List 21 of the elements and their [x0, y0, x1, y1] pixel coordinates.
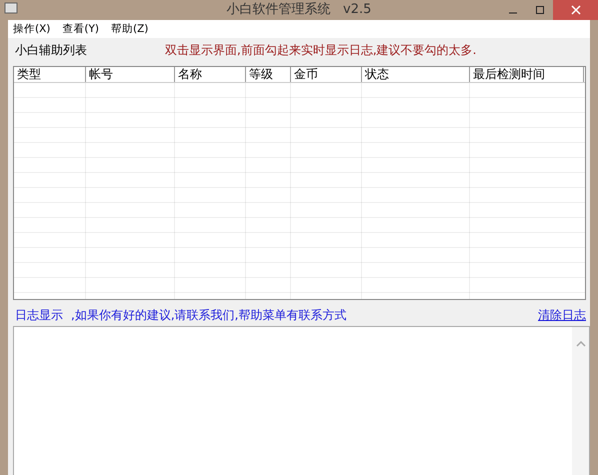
window-title: 小白软件管理系统 v2.5 — [226, 1, 372, 19]
scrollbar[interactable] — [572, 327, 589, 475]
clear-log-link[interactable]: 清除日志 — [538, 306, 586, 324]
list-label: 小白辅助列表 — [15, 42, 87, 58]
app-icon — [4, 1, 18, 15]
column-header[interactable]: 状态 — [362, 67, 470, 82]
column-header[interactable]: 名称 — [175, 67, 246, 82]
column-header[interactable]: 等级 — [246, 67, 291, 82]
close-button[interactable] — [553, 0, 598, 20]
log-label: 日志显示 — [15, 306, 63, 324]
maximize-icon[interactable] — [534, 5, 544, 15]
menu-item[interactable]: 操作(X) — [13, 22, 50, 36]
list-hint: 双击显示界面,前面勾起来实时显示日志,建议不要勾的太多. — [165, 42, 476, 58]
close-icon[interactable] — [570, 5, 580, 15]
log-hint: ,如果你有好的建议,请联系我们,帮助菜单有联系方式 — [71, 306, 348, 324]
column-header[interactable]: 帐号 — [86, 67, 175, 82]
column-header[interactable]: 最后检测时间 — [470, 67, 584, 82]
menu-item[interactable]: 帮助(Z) — [111, 22, 148, 36]
column-header[interactable]: 类型 — [14, 67, 86, 82]
column-header[interactable]: 金币 — [291, 67, 362, 82]
menu-item[interactable]: 查看(Y) — [62, 22, 99, 36]
